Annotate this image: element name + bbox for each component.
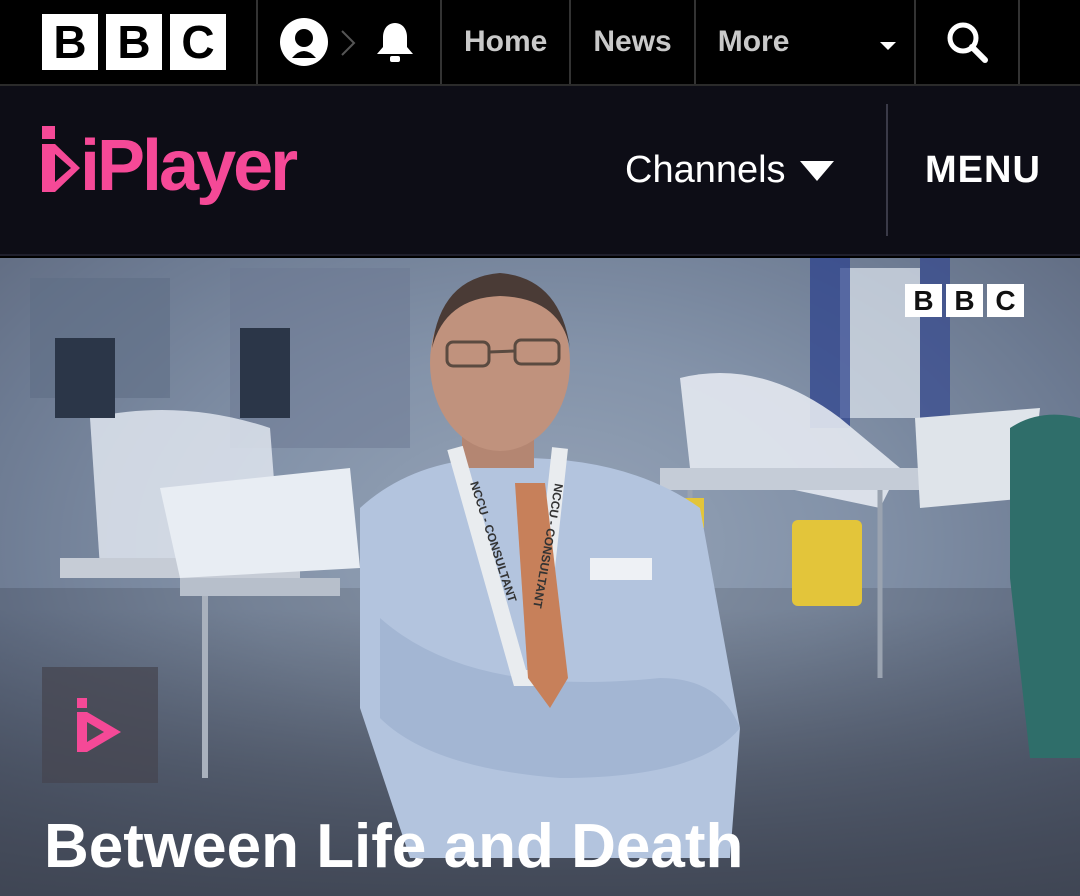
nav-more-label: More [717,25,790,58]
iplayer-play-icon [77,698,121,752]
search-icon [947,22,988,63]
nav-news-label: News [593,25,672,58]
iplayer-header: iPlayer Channels MENU [0,86,1080,256]
nav-home-label: Home [464,25,548,58]
menu-label: MENU [925,148,1041,191]
menu-button[interactable]: MENU [925,144,1041,196]
bell-icon [377,23,413,62]
bbc-logo-letter: B [42,14,98,70]
account-icon [280,18,328,66]
iplayer-logo[interactable]: iPlayer [40,120,340,220]
bbc-logo-letter: C [170,14,226,70]
bbc-logo-letter: B [106,14,162,70]
channels-label: Channels [625,148,786,191]
hero-promo[interactable]: NCCU - CONSULTANT NCCU - CONSULTANT B B … [0,258,1080,896]
nav-news-link[interactable]: News [571,0,696,84]
bbc-global-nav: B B C Home News More [0,0,1080,86]
nav-more-button[interactable]: More [696,0,916,84]
channel-logo-letter: B [946,284,983,317]
channel-logo-letter: C [987,284,1024,317]
hero-image: NCCU - CONSULTANT NCCU - CONSULTANT [0,258,1080,896]
bbc-logo: B B C [42,14,226,70]
iplayer-logo-text: iPlayer [80,126,297,206]
notifications-button[interactable] [350,0,442,84]
search-button[interactable] [916,0,1020,84]
channel-logo: B B C [905,284,1024,317]
caret-down-icon [799,161,834,181]
play-button[interactable] [42,667,158,783]
account-button[interactable] [258,0,356,84]
channel-logo-letter: B [905,284,942,317]
programme-title[interactable]: Between Life and Death [44,810,1044,884]
header-divider [886,104,888,236]
chevron-down-icon [879,42,896,50]
channels-dropdown[interactable]: Channels [625,144,834,196]
bbc-logo-link[interactable]: B B C [0,0,258,84]
nav-home-link[interactable]: Home [442,0,572,84]
